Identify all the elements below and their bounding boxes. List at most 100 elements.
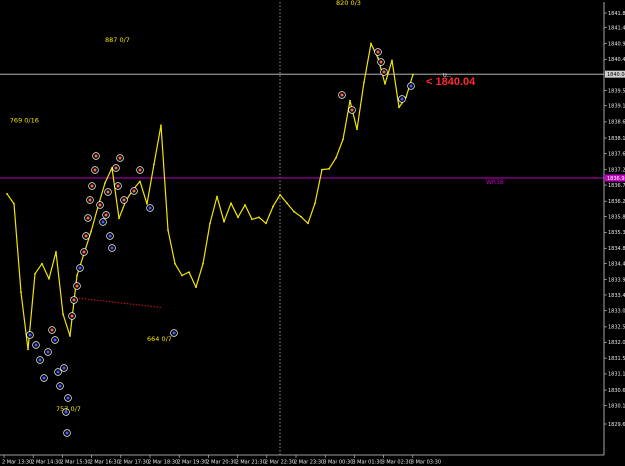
series-point-0-3 <box>27 348 29 351</box>
series-point-0-5 <box>41 262 43 265</box>
series-point-0-21 <box>153 163 155 166</box>
series-point-0-46 <box>328 168 330 170</box>
order-marker-dot-35 <box>138 168 142 172</box>
order-marker-dot-2 <box>38 358 42 362</box>
order-marker-dot-42 <box>382 70 386 74</box>
y-tick-label-21: 1831.59 <box>608 356 625 362</box>
series-point-0-23 <box>167 229 169 231</box>
annotation-text-0: 887 0/7 <box>105 36 130 44</box>
y-axis-price-tag-label-0: 1840.04 <box>607 72 625 78</box>
y-tick-label-5: 1839.10 <box>608 104 625 110</box>
y-tick-label-2: 1840.95 <box>608 41 625 47</box>
order-marker-dot-18 <box>84 234 88 238</box>
series-point-0-35 <box>251 218 253 221</box>
series-point-0-9 <box>69 335 71 337</box>
y-tick-label-23: 1830.64 <box>608 388 625 394</box>
x-tick-label-2: 2 Mar 15:30 <box>60 460 90 466</box>
series-point-0-20 <box>146 202 148 205</box>
series-point-0-40 <box>286 202 288 205</box>
series-point-0-47 <box>335 156 337 159</box>
y-axis-price-tag-label-1: 1836.95 <box>607 176 625 182</box>
order-marker-dot-33 <box>122 198 126 202</box>
series-point-0-29 <box>209 222 211 225</box>
series-point-0-28 <box>202 262 204 265</box>
order-marker-dot-0 <box>28 333 32 337</box>
order-marker-dot-34 <box>132 189 136 193</box>
series-point-0-49 <box>349 99 351 102</box>
order-marker-dot-11 <box>65 431 69 435</box>
y-tick-label-22: 1831.12 <box>608 372 625 378</box>
order-marker-dot-4 <box>46 350 50 354</box>
x-tick-label-12: 3 Mar 01:30 <box>352 460 382 466</box>
y-tick-label-13: 1835.33 <box>608 230 625 236</box>
order-marker-dot-13 <box>70 314 74 318</box>
series-point-0-1 <box>13 202 15 205</box>
order-marker-dot-14 <box>72 298 76 302</box>
order-marker-dot-27 <box>106 190 110 194</box>
y-tick-label-20: 1832.06 <box>608 340 625 346</box>
order-marker-dot-12 <box>66 396 70 400</box>
series-point-0-45 <box>321 168 323 171</box>
order-marker-dot-36 <box>148 206 152 210</box>
x-tick-label-3: 2 Mar 16:30 <box>90 460 120 466</box>
order-marker-dot-1 <box>34 343 38 347</box>
order-marker-dot-9 <box>62 366 66 370</box>
order-marker-dot-24 <box>98 203 102 207</box>
order-marker-dot-28 <box>108 234 112 238</box>
series-point-0-8 <box>62 313 64 316</box>
y-tick-label-6: 1838.62 <box>608 120 625 126</box>
series-point-0-33 <box>237 216 239 219</box>
series-point-0-34 <box>244 203 246 206</box>
x-tick-label-5: 2 Mar 18:30 <box>148 460 178 466</box>
horizontal-line-tag-1: WR38 <box>486 179 504 186</box>
series-point-0-38 <box>272 205 274 208</box>
order-marker-dot-23 <box>94 154 98 158</box>
y-tick-label-14: 1834.86 <box>608 246 625 252</box>
order-marker-dot-41 <box>379 60 383 64</box>
series-point-0-14 <box>104 182 106 184</box>
x-tick-label-9: 2 Mar 22:30 <box>265 460 295 466</box>
y-tick-label-15: 1834.40 <box>608 261 625 267</box>
series-point-0-44 <box>314 202 316 205</box>
x-tick-label-0: 2 Mar 13:30 <box>2 460 32 466</box>
x-tick-label-7: 2 Mar 20:30 <box>206 460 236 466</box>
order-marker-dot-43 <box>400 97 404 101</box>
series-point-0-25 <box>181 274 183 277</box>
y-tick-label-10: 1836.74 <box>608 183 625 189</box>
series-point-0-43 <box>307 222 309 225</box>
y-tick-label-19: 1832.52 <box>608 325 625 331</box>
order-marker-dot-25 <box>101 220 105 224</box>
chart-canvas: 887 0/7 769 0/16 664 0/7 757 0/7 820 0/3 WR38… <box>0 0 625 466</box>
y-tick-label-12: 1835.80 <box>608 214 625 220</box>
order-marker-dot-37 <box>172 331 176 335</box>
order-marker-dot-44 <box>409 84 413 88</box>
y-tick-label-0: 1841.86 <box>608 11 625 17</box>
series-point-0-42 <box>300 215 302 218</box>
order-marker-dot-6 <box>53 338 57 342</box>
order-marker-dot-31 <box>116 184 120 188</box>
y-tick-label-4: 1839.55 <box>608 88 625 94</box>
order-marker-dot-26 <box>104 213 108 217</box>
order-marker-dot-5 <box>50 328 54 332</box>
y-tick-label-18: 1833.00 <box>608 309 625 315</box>
price-callout: < 1840.04U... <box>426 73 476 88</box>
order-marker-dot-22 <box>93 168 97 172</box>
x-tick-label-8: 2 Mar 21:30 <box>236 460 266 466</box>
series-point-0-2 <box>20 291 22 294</box>
order-marker-dot-20 <box>88 198 92 202</box>
y-tick-label-25: 1829.63 <box>608 422 625 428</box>
series-point-0-39 <box>279 193 281 196</box>
series-point-0-52 <box>370 42 372 45</box>
y-tick-label-9: 1837.20 <box>608 167 625 173</box>
order-marker-dot-21 <box>90 184 94 188</box>
series-point-0-12 <box>90 230 92 233</box>
annotation-text-3: 757 0/7 <box>56 405 81 413</box>
x-tick-label-6: 2 Mar 19:30 <box>177 460 207 466</box>
series-point-0-48 <box>342 138 344 141</box>
order-marker-dot-29 <box>110 246 114 250</box>
annotation-text-4: 820 0/3 <box>336 0 361 7</box>
order-marker-dot-8 <box>58 384 62 388</box>
series-point-0-4 <box>34 272 36 275</box>
order-marker-dot-39 <box>350 108 354 112</box>
order-marker-dot-7 <box>56 370 60 374</box>
